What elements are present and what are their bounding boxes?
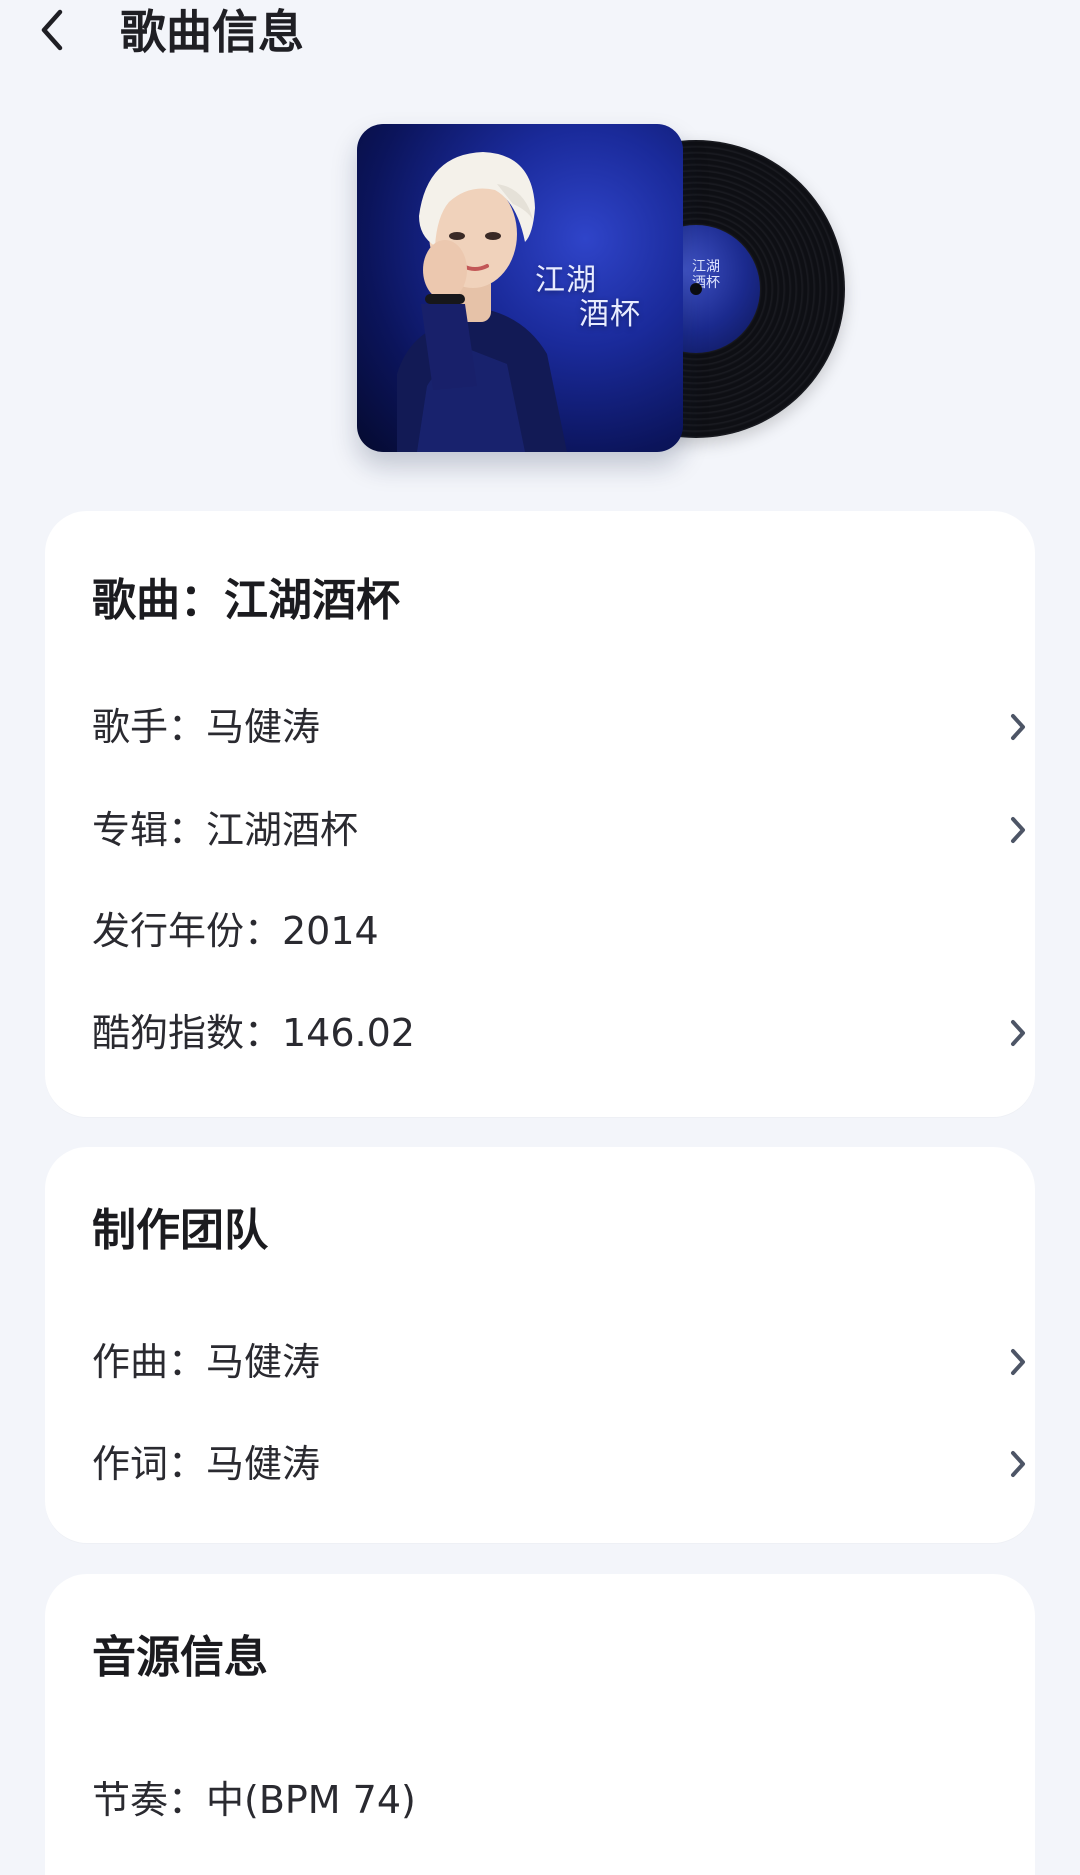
album-artwork-area: 江湖 酒杯 江湖 酒杯 (0, 120, 1080, 480)
song-info-card: 歌曲：江湖酒杯 歌手：马健涛 专辑：江湖酒杯 发行年份：2014 酷狗指数：14… (45, 511, 1035, 1117)
chevron-right-icon (998, 1003, 1038, 1063)
composer-row[interactable]: 作曲：马健涛 (92, 1332, 1038, 1392)
chevron-right-icon (998, 697, 1038, 757)
lyricist-row[interactable]: 作词：马健涛 (92, 1434, 1038, 1494)
top-bar: 歌曲信息 (0, 0, 1080, 72)
kugou-index-row[interactable]: 酷狗指数：146.02 (92, 1003, 1038, 1063)
production-team-title: 制作团队 (92, 1205, 268, 1256)
album-row[interactable]: 专辑：江湖酒杯 (92, 800, 1038, 860)
composer-label: 作曲：马健涛 (92, 1340, 321, 1384)
tempo-label: 节奏：中(BPM 74) (92, 1778, 416, 1822)
song-title: 歌曲：江湖酒杯 (92, 575, 400, 626)
release-year-row: 发行年份：2014 (92, 901, 1038, 961)
singer-row[interactable]: 歌手：马健涛 (92, 697, 1038, 757)
audio-source-card: 音源信息 节奏：中(BPM 74) (45, 1574, 1035, 1875)
back-button[interactable] (20, 0, 84, 64)
singer-label: 歌手：马健涛 (92, 705, 321, 749)
tempo-row: 节奏：中(BPM 74) (92, 1770, 1038, 1830)
release-year-label: 发行年份：2014 (92, 909, 379, 953)
lyricist-label: 作词：马健涛 (92, 1442, 321, 1486)
kugou-index-label: 酷狗指数：146.02 (92, 1011, 415, 1055)
chevron-right-icon (998, 800, 1038, 860)
album-label: 专辑：江湖酒杯 (92, 808, 359, 852)
vinyl-label-text: 江湖 酒杯 (692, 259, 720, 291)
audio-source-title: 音源信息 (92, 1632, 268, 1683)
chevron-left-icon (34, 6, 70, 58)
chevron-right-icon (998, 1434, 1038, 1494)
album-cover-title: 江湖 酒杯 (535, 263, 641, 332)
vinyl-spindle-hole (690, 283, 702, 295)
page-title: 歌曲信息 (120, 5, 304, 59)
production-team-card: 制作团队 作曲：马健涛 作词：马健涛 (45, 1147, 1035, 1543)
album-cover[interactable]: 江湖 酒杯 (357, 124, 683, 452)
chevron-right-icon (998, 1332, 1038, 1392)
